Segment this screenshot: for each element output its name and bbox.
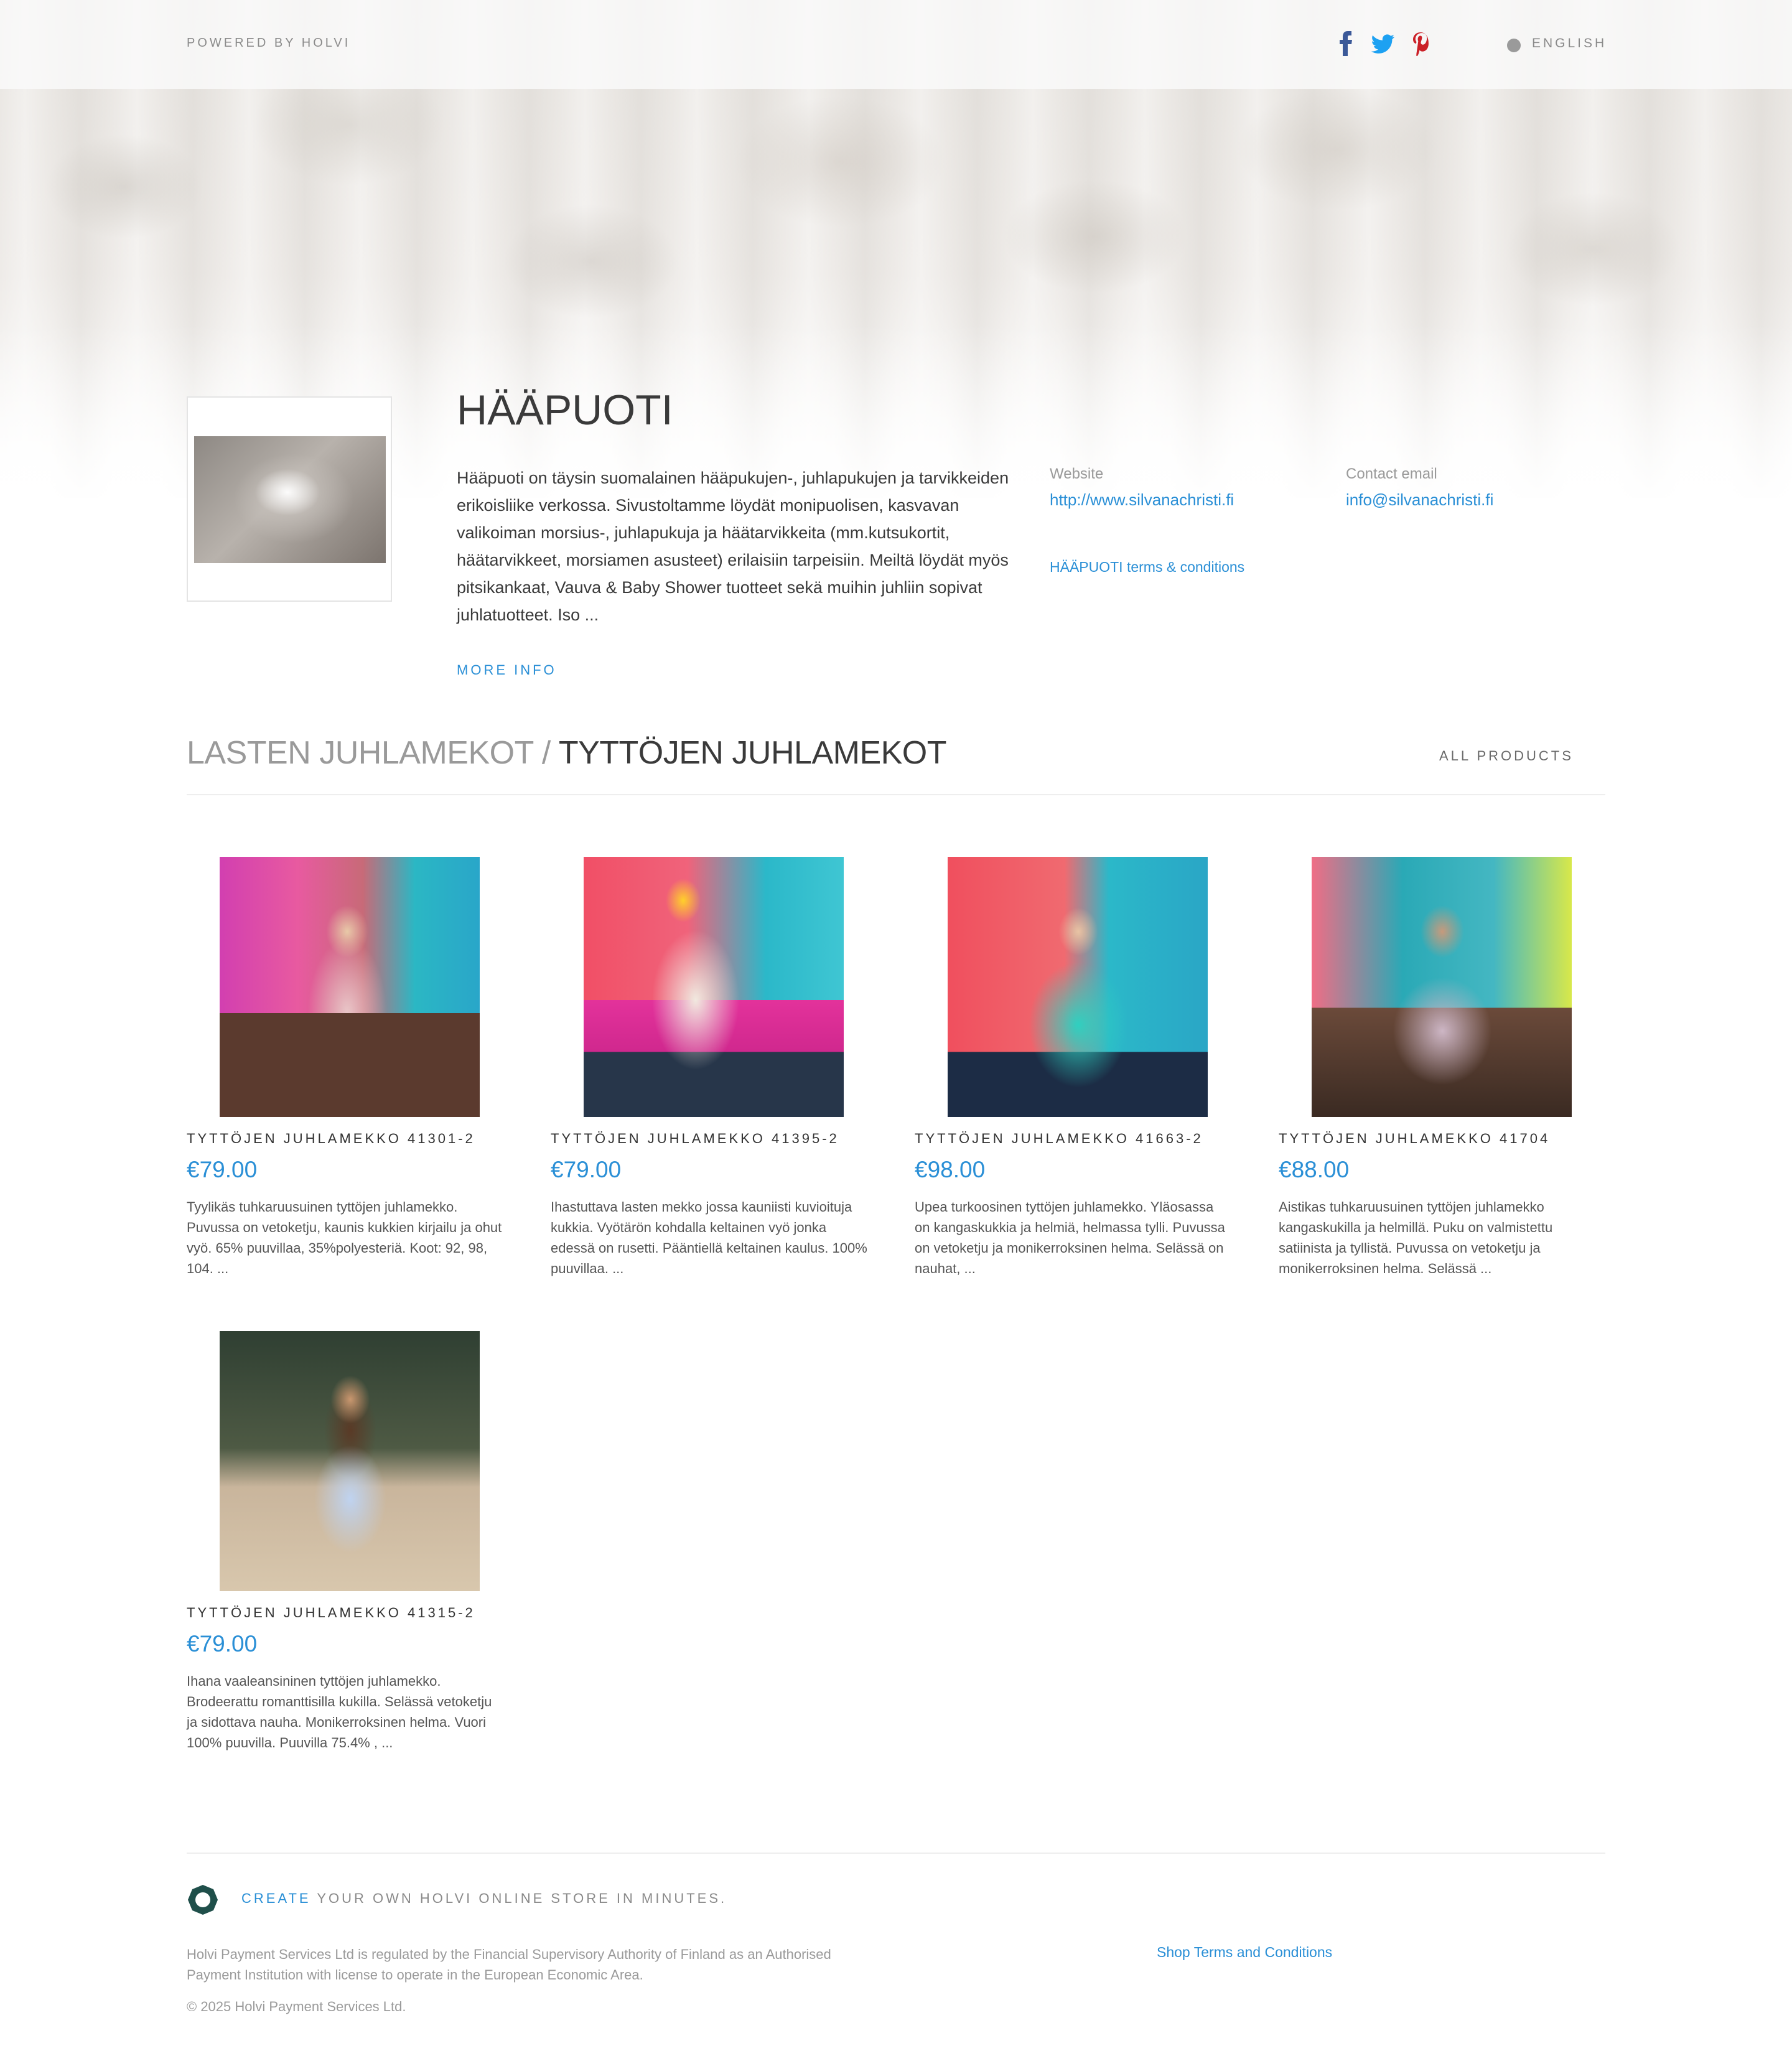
product-name[interactable]: TYTTÖJEN JUHLAMEKKO 41301-2 — [187, 1131, 510, 1147]
product-price: €79.00 — [187, 1631, 258, 1656]
product-image[interactable] — [584, 857, 844, 1117]
product-name[interactable]: TYTTÖJEN JUHLAMEKKO 41704 — [1279, 1131, 1602, 1147]
product-description: Aistikas tuhkaruusuinen tyttöjen juhlame… — [1279, 1199, 1553, 1276]
product-name[interactable]: TYTTÖJEN JUHLAMEKKO 41663-2 — [915, 1131, 1238, 1147]
more-info-link[interactable]: MORE INFO — [457, 662, 557, 678]
product-description: Tyylikäs tuhkaruusuinen tyttöjen juhlame… — [187, 1199, 502, 1276]
globe-icon[interactable] — [1507, 39, 1521, 52]
breadcrumb: LASTEN JUHLAMEKOT / TYTTÖJEN JUHLAMEKOT — [187, 734, 947, 772]
divider — [187, 794, 1605, 795]
product-description: Ihana vaaleansininen tyttöjen juhlamekko… — [187, 1673, 492, 1750]
facebook-icon[interactable] — [1338, 31, 1354, 56]
store-terms-link[interactable]: HÄÄPUOTI terms & conditions — [1050, 559, 1244, 576]
product-image[interactable] — [1312, 857, 1572, 1117]
contact-email-link[interactable]: info@silvanachristi.fi — [1346, 490, 1493, 510]
product-price: €98.00 — [915, 1157, 986, 1182]
store-logo-image — [194, 436, 386, 563]
top-bar: POWERED BY HOLVI ENGLISH — [0, 0, 1792, 89]
holvi-logo-icon[interactable] — [187, 1884, 219, 1916]
store-logo-card — [187, 396, 392, 602]
legal-notice: Holvi Payment Services Ltd is regulated … — [187, 1946, 831, 1983]
product-price: €88.00 — [1279, 1157, 1350, 1182]
create-store-link[interactable]: CREATE — [241, 1890, 311, 1906]
website-label: Website — [1050, 465, 1104, 482]
breadcrumb-subcategory: TYTTÖJEN JUHLAMEKOT — [558, 735, 947, 771]
product-name[interactable]: TYTTÖJEN JUHLAMEKKO 41395-2 — [551, 1131, 874, 1147]
store-description: Hääpuoti on täysin suomalainen hääpukuje… — [457, 469, 1009, 624]
product-price: €79.00 — [187, 1157, 258, 1182]
product-description: Upea turkoosinen tyttöjen juhlamekko. Yl… — [915, 1199, 1225, 1276]
product-name[interactable]: TYTTÖJEN JUHLAMEKKO 41315-2 — [187, 1605, 510, 1621]
product-price: €79.00 — [551, 1157, 622, 1182]
product-image[interactable] — [220, 857, 480, 1117]
product-image[interactable] — [948, 857, 1208, 1117]
twitter-icon[interactable] — [1371, 31, 1396, 56]
product-description: Ihastuttava lasten mekko jossa kauniisti… — [551, 1199, 867, 1276]
contact-email-label: Contact email — [1346, 465, 1437, 482]
all-products-link[interactable]: ALL PRODUCTS — [1439, 748, 1574, 764]
language-selector[interactable]: ENGLISH — [1532, 36, 1607, 51]
create-store-line: CREATE YOUR OWN HOLVI ONLINE STORE IN MI… — [241, 1890, 727, 1907]
create-store-text: YOUR OWN HOLVI ONLINE STORE IN MINUTES. — [310, 1890, 727, 1906]
product-image[interactable] — [220, 1331, 480, 1591]
store-title: HÄÄPUOTI — [457, 386, 673, 434]
website-link[interactable]: http://www.silvanachristi.fi — [1050, 490, 1234, 510]
pinterest-icon[interactable] — [1411, 31, 1430, 56]
copyright: © 2025 Holvi Payment Services Ltd. — [187, 1999, 406, 2014]
breadcrumb-separator: / — [533, 735, 559, 771]
shop-terms-link[interactable]: Shop Terms and Conditions — [1157, 1944, 1332, 1961]
breadcrumb-category[interactable]: LASTEN JUHLAMEKOT — [187, 735, 533, 771]
footer-divider — [187, 1853, 1605, 1854]
powered-by-holvi-link[interactable]: POWERED BY HOLVI — [187, 36, 350, 50]
